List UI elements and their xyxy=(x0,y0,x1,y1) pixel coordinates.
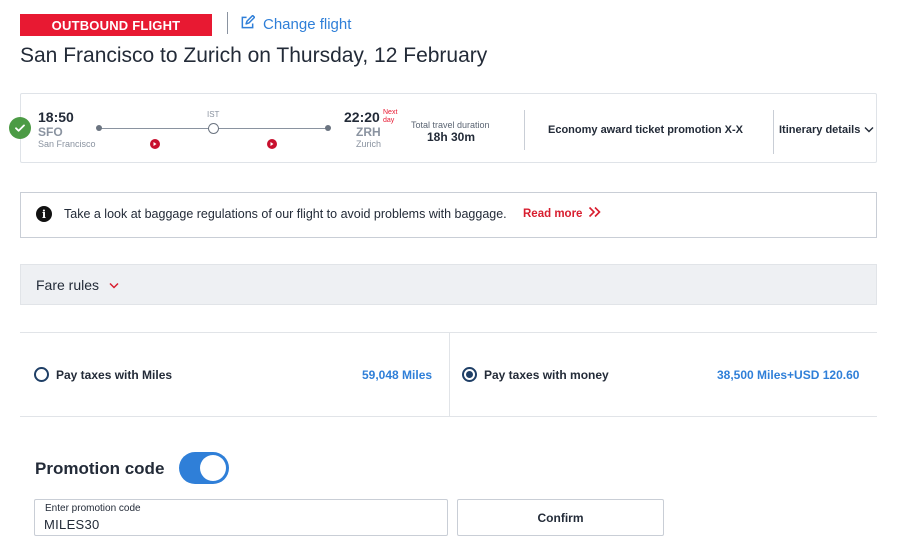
pay-with-money-amount: 38,500 Miles+USD 120.60 xyxy=(717,368,860,382)
departure-code: SFO xyxy=(38,125,63,139)
route-stop-marker xyxy=(208,123,219,134)
read-more-link[interactable]: Read more xyxy=(523,206,602,221)
airline-logo-icon xyxy=(267,139,277,149)
double-chevron-right-icon xyxy=(588,206,602,221)
fare-rules-label: Fare rules xyxy=(36,276,100,293)
pay-with-miles-radio[interactable] xyxy=(34,367,49,382)
departure-city: San Francisco xyxy=(38,139,96,149)
promotion-code-field-label: Enter promotion code xyxy=(45,503,141,514)
payment-divider xyxy=(20,416,877,417)
arrival-code: ZRH xyxy=(356,125,381,139)
promotion-code-toggle[interactable] xyxy=(179,452,229,484)
route-start-dot xyxy=(96,125,102,131)
duration-value: 18h 30m xyxy=(427,130,476,144)
next-day-note: Next day xyxy=(383,109,398,124)
check-icon xyxy=(9,117,31,139)
toggle-knob xyxy=(200,455,226,481)
itinerary-details-toggle[interactable]: Itinerary details xyxy=(779,124,874,136)
page-title: San Francisco to Zurich on Thursday, 12 … xyxy=(20,44,488,67)
confirm-button[interactable]: Confirm xyxy=(457,499,664,536)
arrival-time: 22:20 xyxy=(344,109,380,125)
fare-rules-toggle[interactable]: Fare rules xyxy=(20,264,877,305)
stop-code: IST xyxy=(207,110,220,119)
arrival-city: Zurich xyxy=(356,139,382,149)
baggage-notice-text: Take a look at baggage regulations of ou… xyxy=(64,207,507,221)
card-divider xyxy=(524,110,525,150)
card-divider xyxy=(773,110,774,154)
route-end-dot xyxy=(325,125,331,131)
pay-with-miles-amount: 59,048 Miles xyxy=(362,368,433,382)
promotion-code-input[interactable] xyxy=(44,515,434,533)
pay-with-miles-label[interactable]: Pay taxes with Miles xyxy=(56,368,172,382)
change-flight-label: Change flight xyxy=(263,15,352,33)
edit-icon xyxy=(240,14,256,34)
chevron-down-icon xyxy=(109,276,119,294)
pay-with-money-radio[interactable] xyxy=(462,367,477,382)
radio-selected-dot xyxy=(466,371,473,378)
pay-with-money-label[interactable]: Pay taxes with money xyxy=(484,368,609,382)
fare-name: Economy award ticket promotion X-X xyxy=(548,124,743,136)
payment-divider xyxy=(449,333,450,416)
itinerary-details-label: Itinerary details xyxy=(779,124,861,136)
chevron-down-icon xyxy=(864,124,874,136)
change-flight-link[interactable]: Change flight xyxy=(240,14,351,34)
duration-label: Total travel duration xyxy=(411,120,490,130)
read-more-label: Read more xyxy=(523,207,583,220)
info-icon: i xyxy=(36,206,52,222)
header-divider xyxy=(227,12,228,34)
promotion-code-title: Promotion code xyxy=(35,459,165,478)
airline-logo-icon xyxy=(150,139,160,149)
departure-time: 18:50 xyxy=(38,109,74,125)
outbound-flight-badge: OUTBOUND FLIGHT xyxy=(20,14,212,36)
